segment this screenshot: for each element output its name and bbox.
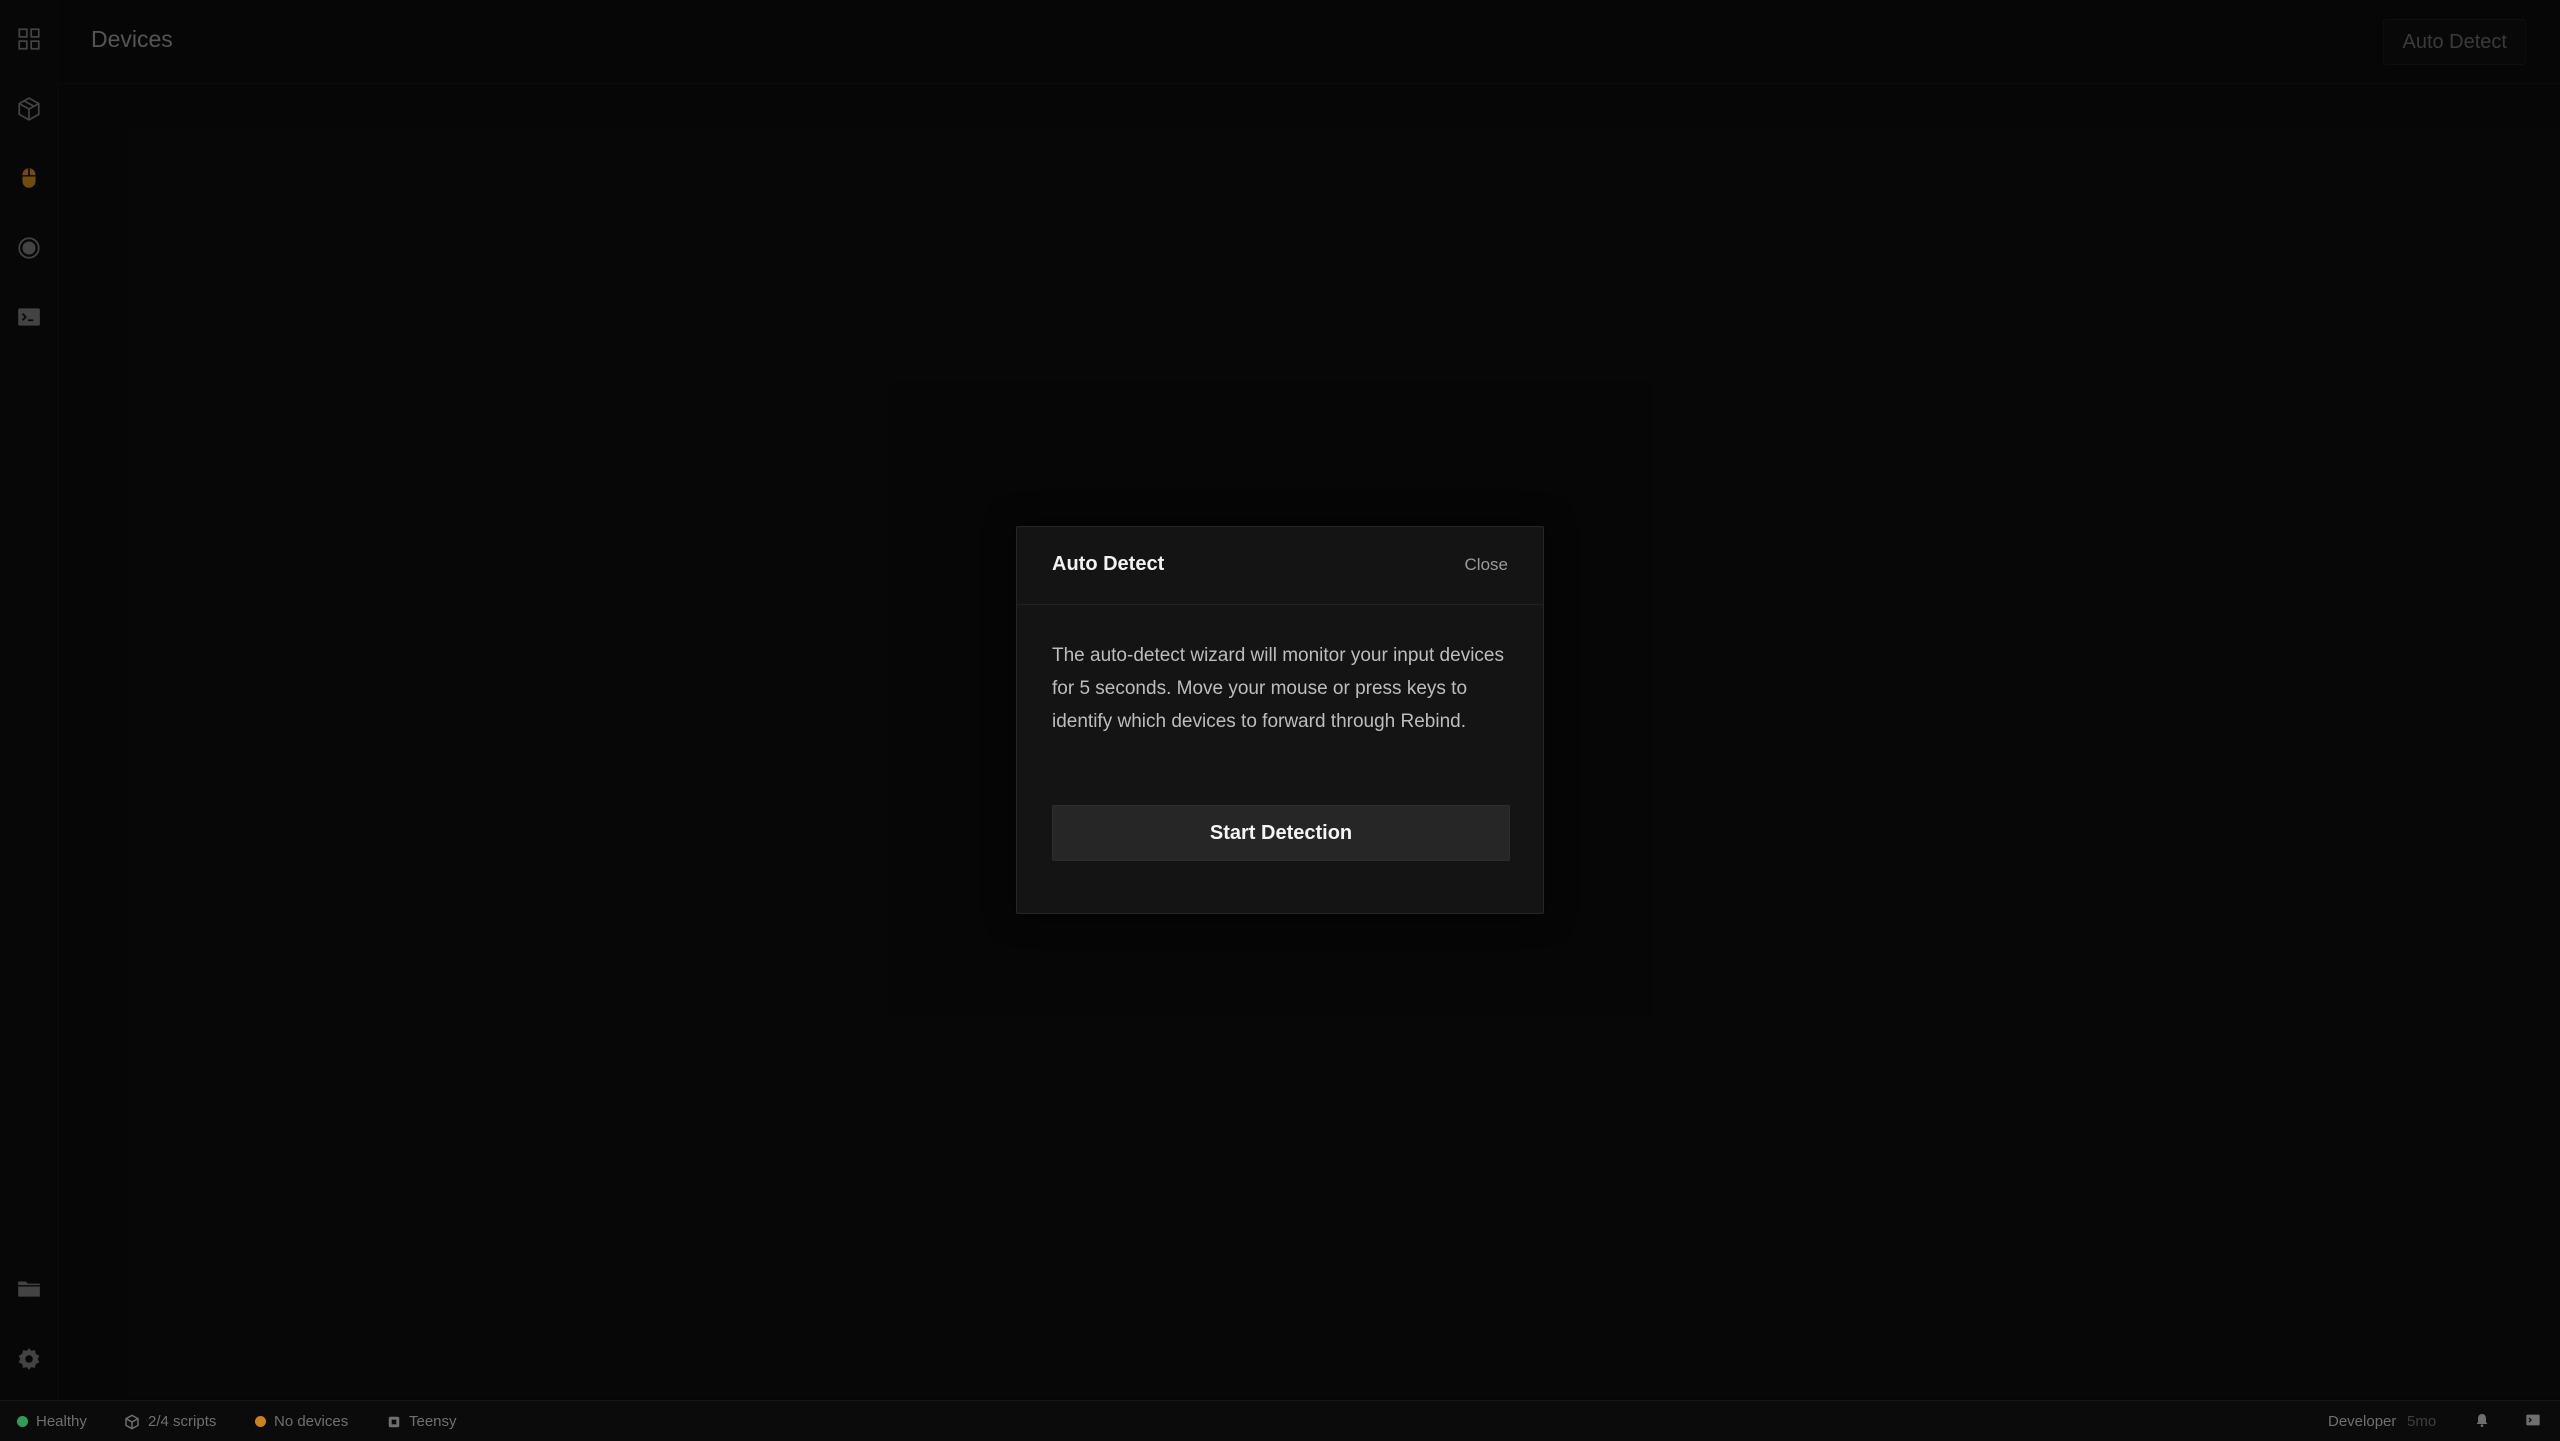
- notifications-button[interactable]: [2474, 1412, 2490, 1432]
- dialog-title: Auto Detect: [1052, 553, 1165, 575]
- devices-label: No devices: [274, 1413, 349, 1430]
- start-detection-button[interactable]: Start Detection: [1052, 805, 1510, 861]
- devices-status[interactable]: No devices: [255, 1413, 348, 1430]
- board-status[interactable]: Teensy: [387, 1413, 457, 1430]
- board-label: Teensy: [409, 1413, 457, 1430]
- package-icon: [125, 1413, 139, 1430]
- devices-dot-icon: [255, 1416, 266, 1427]
- health-label: Healthy: [36, 1413, 87, 1430]
- status-bar: Healthy 2/4 scripts No devices Teensy De…: [0, 1400, 2560, 1441]
- scripts-status[interactable]: 2/4 scripts: [124, 1413, 216, 1430]
- terminal-icon: [2526, 1414, 2540, 1426]
- dialog-header: Auto Detect Close: [1017, 527, 1543, 605]
- bell-icon: [2476, 1414, 2488, 1427]
- dialog-description: The auto-detect wizard will monitor your…: [1052, 645, 1504, 732]
- auto-detect-dialog: Auto Detect Close The auto-detect wizard…: [1016, 526, 1544, 914]
- mode-subtext: 5mo: [2407, 1413, 2437, 1430]
- health-status[interactable]: Healthy: [17, 1413, 87, 1430]
- health-dot-icon: [17, 1416, 28, 1427]
- scripts-count: 2/4 scripts: [148, 1413, 217, 1430]
- app-window: Devices Auto Detect Auto Detect Close Th…: [0, 0, 2560, 1441]
- mode-label[interactable]: Developer: [2328, 1413, 2396, 1430]
- close-button[interactable]: Close: [1465, 555, 1508, 575]
- console-toggle-button[interactable]: [2525, 1412, 2541, 1432]
- chip-icon: [388, 1416, 400, 1427]
